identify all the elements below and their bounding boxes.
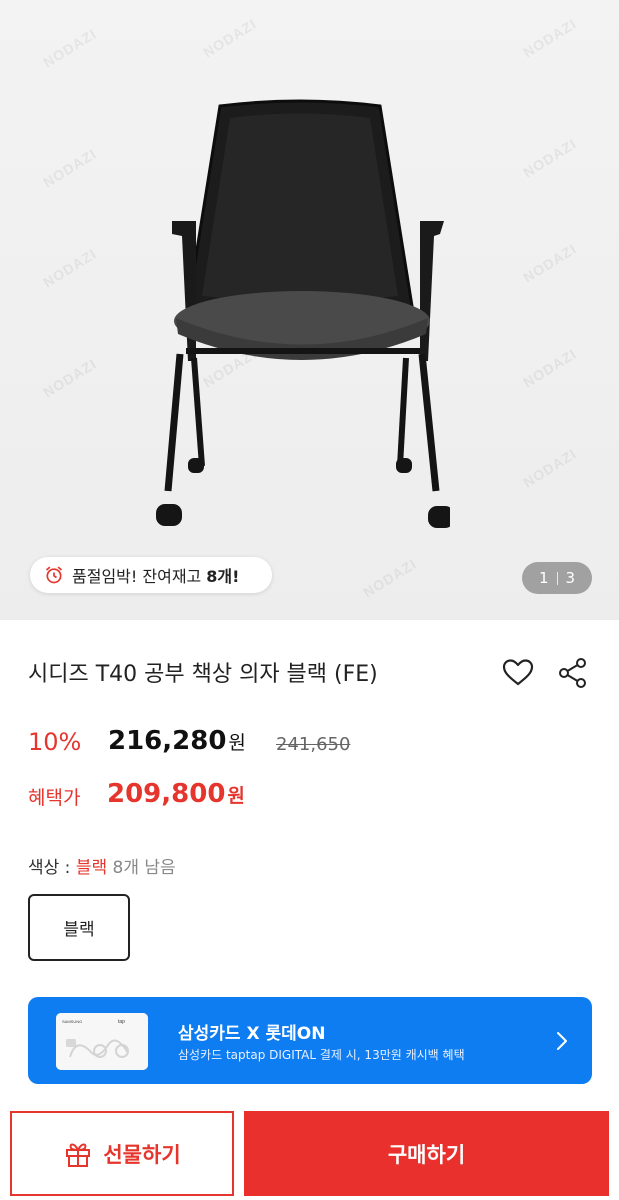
currency-unit: 원 bbox=[227, 785, 245, 807]
product-title: 시디즈 T40 공부 책상 의자 블랙 (FE) bbox=[28, 662, 378, 687]
watermark: NODAZI bbox=[520, 345, 580, 391]
stock-warning-text: 품절임박! 잔여재고 bbox=[72, 567, 202, 586]
pager-total: 3 bbox=[565, 569, 576, 587]
color-option-black[interactable]: 블랙 bbox=[28, 894, 130, 961]
svg-text:SAMSUNG: SAMSUNG bbox=[62, 1019, 82, 1024]
benefit-price: 209,800 원 bbox=[107, 779, 245, 809]
benefit-price-label: 혜택가 bbox=[28, 787, 81, 809]
watermark: NODAZI bbox=[520, 15, 580, 61]
watermark: NODAZI bbox=[40, 145, 100, 191]
pager-divider bbox=[556, 571, 558, 585]
original-price: 241,650 bbox=[276, 734, 351, 755]
promo-title: 삼성카드 X 롯데ON bbox=[178, 1024, 326, 1044]
pager-current: 1 bbox=[538, 569, 549, 587]
watermark: NODAZI bbox=[520, 240, 580, 286]
promo-subtitle: 삼성카드 taptap DIGITAL 결제 시, 13만원 캐시백 혜택 bbox=[178, 1048, 465, 1062]
watermark: NODAZI bbox=[40, 245, 100, 291]
buy-button[interactable]: 구매하기 bbox=[244, 1111, 609, 1196]
heart-icon[interactable] bbox=[501, 656, 535, 690]
stock-count: 8개! bbox=[206, 567, 240, 586]
alarm-clock-icon bbox=[45, 566, 63, 584]
watermark: NODAZI bbox=[360, 555, 420, 601]
option-summary: 색상 : 블랙 8개 남음 bbox=[28, 853, 176, 878]
discount-rate: 10% bbox=[28, 728, 82, 756]
credit-card-image: SAMSUNG tap bbox=[56, 1013, 148, 1070]
stock-warning-badge: 품절임박! 잔여재고 8개! bbox=[30, 557, 272, 593]
gift-icon bbox=[66, 1143, 91, 1167]
sale-price: 216,280 원 bbox=[108, 726, 246, 756]
chair-image bbox=[156, 99, 450, 528]
svg-text:tap: tap bbox=[118, 1019, 125, 1025]
gift-button-label: 선물하기 bbox=[103, 1142, 181, 1167]
watermark: NODAZI bbox=[40, 355, 100, 401]
chevron-right-icon bbox=[557, 1032, 567, 1050]
gift-button[interactable]: 선물하기 bbox=[10, 1111, 234, 1196]
share-icon[interactable] bbox=[556, 656, 590, 690]
watermark: NODAZI bbox=[520, 135, 580, 181]
option-label: 색상 : bbox=[28, 858, 71, 878]
currency-unit: 원 bbox=[228, 732, 246, 754]
image-pager: 1 3 bbox=[522, 562, 592, 594]
product-image-carousel[interactable]: NODAZI NODAZI NODAZI NODAZI NODAZI NODAZ… bbox=[0, 0, 619, 620]
option-remaining: 8개 남음 bbox=[112, 858, 176, 878]
watermark: NODAZI bbox=[520, 445, 580, 491]
option-selected: 블랙 bbox=[75, 858, 108, 878]
benefit-price-value: 209,800 bbox=[107, 779, 226, 809]
watermark: NODAZI bbox=[200, 15, 260, 61]
watermark: NODAZI bbox=[40, 25, 100, 71]
sale-price-value: 216,280 bbox=[108, 726, 227, 756]
card-promo-banner[interactable]: SAMSUNG tap 삼성카드 X 롯데ON 삼성카드 taptap DIGI… bbox=[28, 997, 592, 1084]
